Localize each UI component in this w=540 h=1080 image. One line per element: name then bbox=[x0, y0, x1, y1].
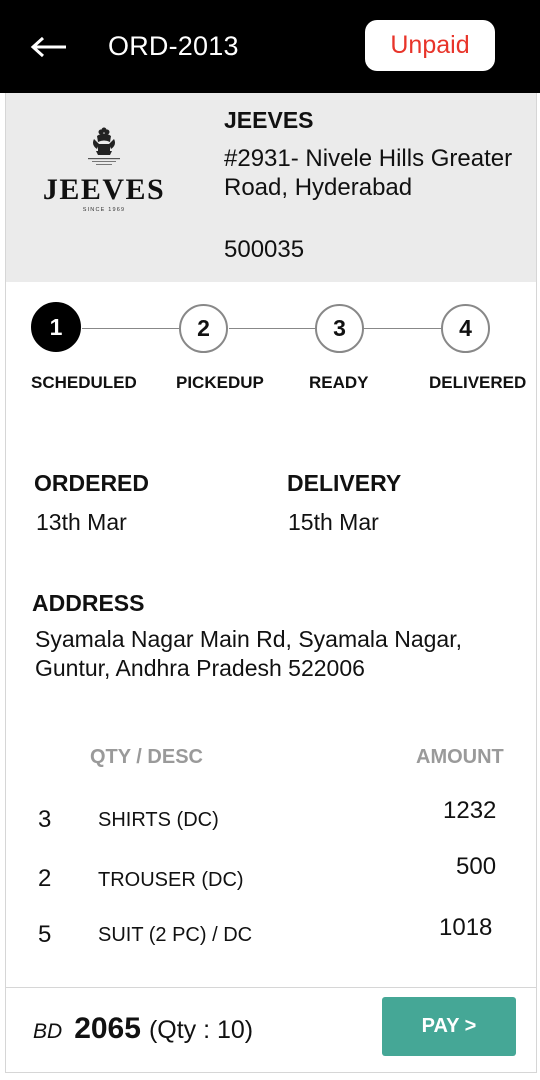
address-line-1: Syamala Nagar Main Rd, Syamala Nagar, bbox=[35, 626, 462, 652]
currency-code: BD bbox=[33, 1020, 63, 1043]
app-header: ORD-2013 Unpaid bbox=[0, 0, 540, 93]
delivery-label: DELIVERY bbox=[287, 470, 402, 496]
jeeves-logo-icon: JEEVES SINCE 1969 bbox=[44, 127, 164, 213]
item-amount: 1018 bbox=[439, 914, 493, 941]
address-line-2: Guntur, Andhra Pradesh 522006 bbox=[35, 655, 365, 681]
step-3-circle: 3 bbox=[315, 304, 364, 353]
total-qty: (Qty : 10) bbox=[148, 1016, 254, 1044]
qty-desc-header: QTY / DESC bbox=[90, 746, 203, 768]
vendor-card: JEEVES SINCE 1969 JEEVES #2931- Nivele H… bbox=[6, 93, 536, 282]
vendor-address: #2931- Nivele Hills Greater Road, Hydera… bbox=[224, 145, 513, 201]
order-id-title: ORD-2013 bbox=[108, 31, 239, 61]
item-desc: SHIRTS (DC) bbox=[98, 809, 219, 831]
step-4-circle: 4 bbox=[441, 304, 490, 353]
vendor-pincode: 500035 bbox=[224, 236, 305, 263]
step-connector bbox=[364, 328, 441, 329]
svg-text:JEEVES: JEEVES bbox=[44, 173, 164, 206]
total-amount: 2065 bbox=[74, 1012, 141, 1045]
step-3-label: READY bbox=[309, 373, 369, 392]
step-2-label: PICKEDUP bbox=[176, 373, 264, 392]
step-1-label: SCHEDULED bbox=[31, 373, 137, 392]
pay-button[interactable]: PAY > bbox=[382, 997, 516, 1056]
item-desc: SUIT (2 PC) / DC bbox=[98, 924, 253, 946]
step-4-label: DELIVERED bbox=[429, 373, 527, 392]
amount-header: AMOUNT bbox=[416, 746, 504, 768]
footer-divider bbox=[6, 987, 536, 988]
item-qty: 3 bbox=[38, 806, 52, 833]
ordered-label: ORDERED bbox=[34, 470, 150, 496]
item-desc: TROUSER (DC) bbox=[98, 869, 244, 891]
back-arrow-icon[interactable] bbox=[28, 30, 68, 64]
step-2-circle: 2 bbox=[179, 304, 228, 353]
payment-status-badge: Unpaid bbox=[365, 20, 495, 71]
svg-text:SINCE 1969: SINCE 1969 bbox=[83, 207, 126, 213]
order-total: BD 2065 (Qty : 10) bbox=[33, 1012, 253, 1046]
vendor-name: JEEVES bbox=[224, 107, 314, 133]
step-connector bbox=[229, 328, 316, 329]
step-connector bbox=[82, 328, 180, 329]
step-1-circle: 1 bbox=[31, 302, 81, 352]
delivery-date: 15th Mar bbox=[288, 509, 379, 535]
address-label: ADDRESS bbox=[32, 590, 145, 616]
item-qty: 2 bbox=[38, 865, 52, 892]
item-amount: 1232 bbox=[443, 797, 497, 824]
item-qty: 5 bbox=[38, 921, 52, 948]
ordered-date: 13th Mar bbox=[36, 509, 127, 535]
item-amount: 500 bbox=[456, 853, 497, 880]
